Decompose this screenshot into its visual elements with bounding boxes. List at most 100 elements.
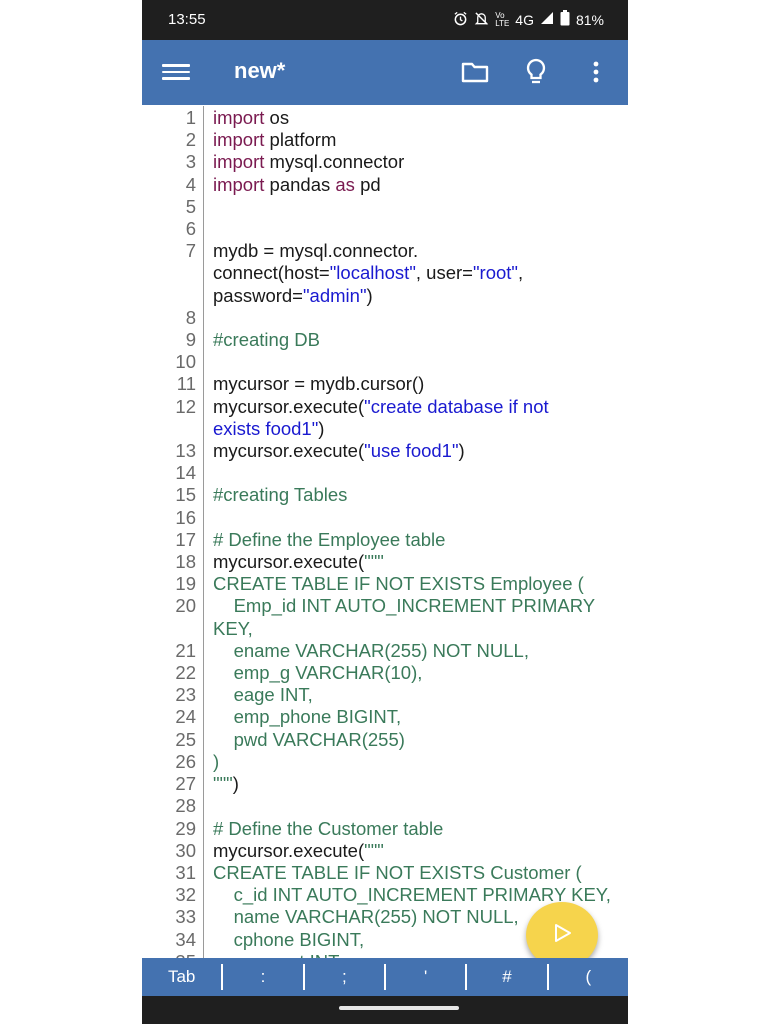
folder-icon[interactable] bbox=[459, 56, 491, 88]
line-number: 3 bbox=[185, 151, 196, 173]
code-token: mysql.connector bbox=[264, 151, 405, 173]
code-line[interactable]: 6 bbox=[142, 218, 628, 240]
code-line[interactable]: 15 #creating Tables bbox=[142, 484, 628, 506]
code-token: CREATE TABLE IF NOT EXISTS Employee ( bbox=[213, 573, 584, 595]
toolbar-key[interactable]: Tab bbox=[142, 967, 221, 987]
code-line[interactable]: 23 eage INT, bbox=[142, 684, 628, 706]
line-code: emp_g VARCHAR(10), bbox=[196, 662, 613, 684]
code-line[interactable]: 25 pwd VARCHAR(255) bbox=[142, 729, 628, 751]
code-line[interactable]: 3 import mysql.connector bbox=[142, 151, 628, 173]
line-code: mydb = mysql.connector. connect(host="lo… bbox=[196, 240, 613, 307]
toolbar-key[interactable]: : bbox=[223, 967, 302, 987]
code-line[interactable]: 9 #creating DB bbox=[142, 329, 628, 351]
line-number: 20 bbox=[175, 595, 196, 617]
code-line[interactable]: 18 mycursor.execute(""" bbox=[142, 551, 628, 573]
line-code bbox=[196, 462, 613, 484]
code-token: pwd VARCHAR(255) bbox=[213, 728, 405, 750]
home-gesture-handle[interactable] bbox=[339, 1006, 459, 1010]
toolbar-key[interactable]: ( bbox=[549, 967, 628, 987]
code-line[interactable]: 19 CREATE TABLE IF NOT EXISTS Employee ( bbox=[142, 573, 628, 595]
line-number: 31 bbox=[175, 861, 196, 883]
code-token: pandas bbox=[264, 173, 336, 195]
battery-percent: 81% bbox=[575, 11, 604, 28]
code-token: ) bbox=[213, 750, 220, 772]
network-type: 4G bbox=[515, 11, 534, 28]
line-number: 7 bbox=[185, 240, 196, 262]
code-line[interactable]: 4 import pandas as pd bbox=[142, 174, 628, 196]
line-code bbox=[196, 218, 613, 240]
code-editor[interactable]: 1 import os 2 import platform 3 import mysql.… bbox=[142, 106, 628, 958]
code-token: ) bbox=[318, 417, 325, 439]
code-line[interactable]: 31 CREATE TABLE IF NOT EXISTS Customer ( bbox=[142, 862, 628, 884]
line-code: mycursor.execute(""" bbox=[196, 840, 613, 862]
line-code bbox=[196, 795, 613, 817]
code-line[interactable]: 11 mycursor = mydb.cursor() bbox=[142, 373, 628, 395]
code-line[interactable]: 28 bbox=[142, 795, 628, 817]
code-token: """ bbox=[364, 551, 384, 573]
code-line[interactable]: 26) bbox=[142, 751, 628, 773]
line-code: import mysql.connector bbox=[196, 151, 613, 173]
lightbulb-icon[interactable] bbox=[520, 56, 552, 88]
toolbar-key[interactable]: ; bbox=[305, 967, 384, 987]
line-number: 8 bbox=[185, 306, 196, 328]
line-code: Emp_id INT AUTO_INCREMENT PRIMARY KEY, bbox=[196, 595, 613, 639]
code-line[interactable]: 14 bbox=[142, 462, 628, 484]
code-token: "admin" bbox=[302, 284, 367, 306]
code-token: os bbox=[264, 107, 290, 128]
code-token: # Define the Customer table bbox=[213, 817, 444, 839]
phone-screen: 13:55 Vo LTE 4G 81% new* 1 import os 2 i… bbox=[142, 0, 628, 1024]
line-number: 18 bbox=[175, 551, 196, 573]
code-line[interactable]: 22 emp_g VARCHAR(10), bbox=[142, 662, 628, 684]
code-token: c_id INT AUTO_INCREMENT PRIMARY KEY, bbox=[213, 884, 611, 906]
line-code: # Define the Customer table bbox=[196, 818, 613, 840]
code-line[interactable]: 24 emp_phone BIGINT, bbox=[142, 706, 628, 728]
code-line[interactable]: 21 ename VARCHAR(255) NOT NULL, bbox=[142, 640, 628, 662]
line-code: import platform bbox=[196, 129, 613, 151]
code-token: mycursor.execute( bbox=[213, 551, 365, 573]
code-line[interactable]: 12 mycursor.execute("create database if n… bbox=[142, 396, 628, 440]
code-token: platform bbox=[264, 129, 337, 151]
code-line[interactable]: 13 mycursor.execute("use food1") bbox=[142, 440, 628, 462]
status-bar: 13:55 Vo LTE 4G 81% bbox=[142, 0, 628, 40]
code-line[interactable]: 2 import platform bbox=[142, 129, 628, 151]
keyboard-toolbar: Tab:; ' #( bbox=[142, 958, 628, 996]
toolbar-key[interactable]: ' bbox=[386, 967, 465, 987]
code-token: payment INT, bbox=[213, 951, 343, 958]
code-line[interactable]: 10 bbox=[142, 351, 628, 373]
code-line[interactable]: 27 """) bbox=[142, 773, 628, 795]
line-number: 28 bbox=[175, 795, 196, 817]
line-number: 33 bbox=[175, 906, 196, 928]
code-line[interactable]: 30 mycursor.execute(""" bbox=[142, 840, 628, 862]
line-number: 23 bbox=[175, 684, 196, 706]
line-code: CREATE TABLE IF NOT EXISTS Employee ( bbox=[196, 573, 613, 595]
code-token: mycursor.execute( bbox=[213, 440, 365, 462]
code-token: as bbox=[335, 173, 355, 195]
code-line[interactable]: 16 bbox=[142, 507, 628, 529]
code-line[interactable]: 7 mydb = mysql.connector. connect(host="l… bbox=[142, 240, 628, 307]
more-vert-icon[interactable] bbox=[580, 56, 612, 88]
code-token: CREATE TABLE IF NOT EXISTS Customer ( bbox=[213, 861, 582, 883]
menu-icon[interactable] bbox=[162, 60, 190, 84]
line-number: 25 bbox=[175, 728, 196, 750]
line-number: 30 bbox=[175, 839, 196, 861]
code-line[interactable]: 8 bbox=[142, 307, 628, 329]
line-number: 26 bbox=[175, 750, 196, 772]
code-line[interactable]: 17 # Define the Employee table bbox=[142, 529, 628, 551]
code-token: import bbox=[213, 107, 265, 128]
line-number: 35 bbox=[142, 951, 196, 958]
code-token: ) bbox=[458, 440, 465, 462]
code-token: mycursor.execute( bbox=[213, 395, 365, 417]
code-token: "use food1" bbox=[364, 440, 459, 462]
file-title: new* bbox=[234, 58, 286, 83]
line-code: ) bbox=[196, 751, 613, 773]
code-token: Emp_id INT AUTO_INCREMENT PRIMARY KEY, bbox=[213, 595, 596, 639]
line-code: CREATE TABLE IF NOT EXISTS Customer ( bbox=[196, 862, 613, 884]
app-bar: new* bbox=[142, 40, 628, 105]
line-code bbox=[196, 196, 613, 218]
battery-icon bbox=[560, 10, 570, 29]
code-line[interactable]: 29 # Define the Customer table bbox=[142, 818, 628, 840]
code-line[interactable]: 20 Emp_id INT AUTO_INCREMENT PRIMARY KEY… bbox=[142, 595, 628, 639]
code-line[interactable]: 1 import os bbox=[142, 107, 628, 129]
code-line[interactable]: 5 bbox=[142, 196, 628, 218]
toolbar-key[interactable]: # bbox=[467, 967, 546, 987]
